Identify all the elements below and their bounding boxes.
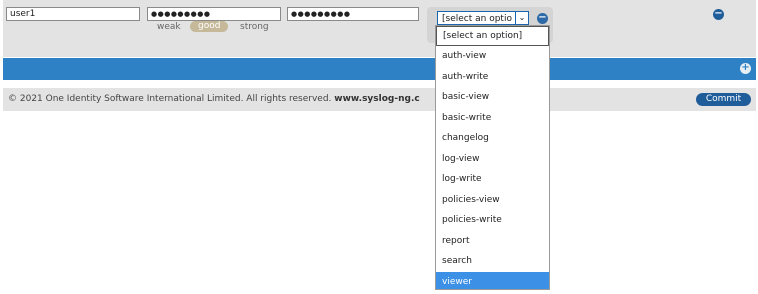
dropdown-option[interactable]: changelog bbox=[436, 128, 549, 149]
dropdown-option[interactable]: log-view bbox=[436, 149, 549, 170]
commit-button[interactable]: Commit bbox=[696, 93, 751, 106]
site-link[interactable]: www.syslog-ng.c bbox=[334, 94, 419, 104]
copyright-label: © 2021 One Identity Software Internation… bbox=[8, 94, 332, 104]
copyright-text: © 2021 One Identity Software Internation… bbox=[8, 94, 420, 104]
remove-user-minus-circle-icon[interactable]: − bbox=[713, 9, 724, 20]
strength-good-badge: good bbox=[190, 21, 229, 32]
dropdown-option[interactable]: policies-write bbox=[436, 210, 549, 231]
password-confirm-input[interactable]: ●●●●●●●●● bbox=[287, 7, 419, 21]
chevron-down-icon[interactable]: ⌄ bbox=[515, 12, 528, 24]
dropdown-option[interactable]: [select an option] bbox=[436, 26, 549, 46]
remove-role-minus-circle-icon[interactable]: − bbox=[537, 13, 548, 24]
add-user-plus-circle-icon[interactable]: + bbox=[740, 63, 751, 74]
username-input[interactable]: user1 bbox=[6, 7, 140, 21]
dropdown-option-highlighted[interactable]: viewer bbox=[436, 271, 549, 289]
password-input[interactable]: ●●●●●●●●● bbox=[147, 7, 281, 21]
dropdown-option[interactable]: log-write bbox=[436, 169, 549, 190]
dropdown-option[interactable]: report bbox=[436, 231, 549, 252]
strength-strong: strong bbox=[240, 22, 269, 32]
add-user-bar: + bbox=[3, 58, 756, 80]
dropdown-option[interactable]: search bbox=[436, 251, 549, 272]
dropdown-option[interactable]: auth-write bbox=[436, 67, 549, 88]
role-select-value: [select an optio bbox=[442, 14, 512, 24]
role-select[interactable]: [select an optio ⌄ bbox=[437, 11, 529, 25]
dropdown-option[interactable]: auth-view bbox=[436, 46, 549, 67]
dropdown-option[interactable]: policies-view bbox=[436, 190, 549, 211]
role-dropdown-list[interactable]: [select an option] auth-view auth-write … bbox=[435, 25, 550, 290]
password-strength-meter: weak good strong bbox=[0, 21, 300, 33]
dropdown-option[interactable]: basic-view bbox=[436, 87, 549, 108]
strength-weak: weak bbox=[157, 22, 181, 32]
footer: © 2021 One Identity Software Internation… bbox=[3, 88, 756, 111]
dropdown-option[interactable]: basic-write bbox=[436, 108, 549, 129]
